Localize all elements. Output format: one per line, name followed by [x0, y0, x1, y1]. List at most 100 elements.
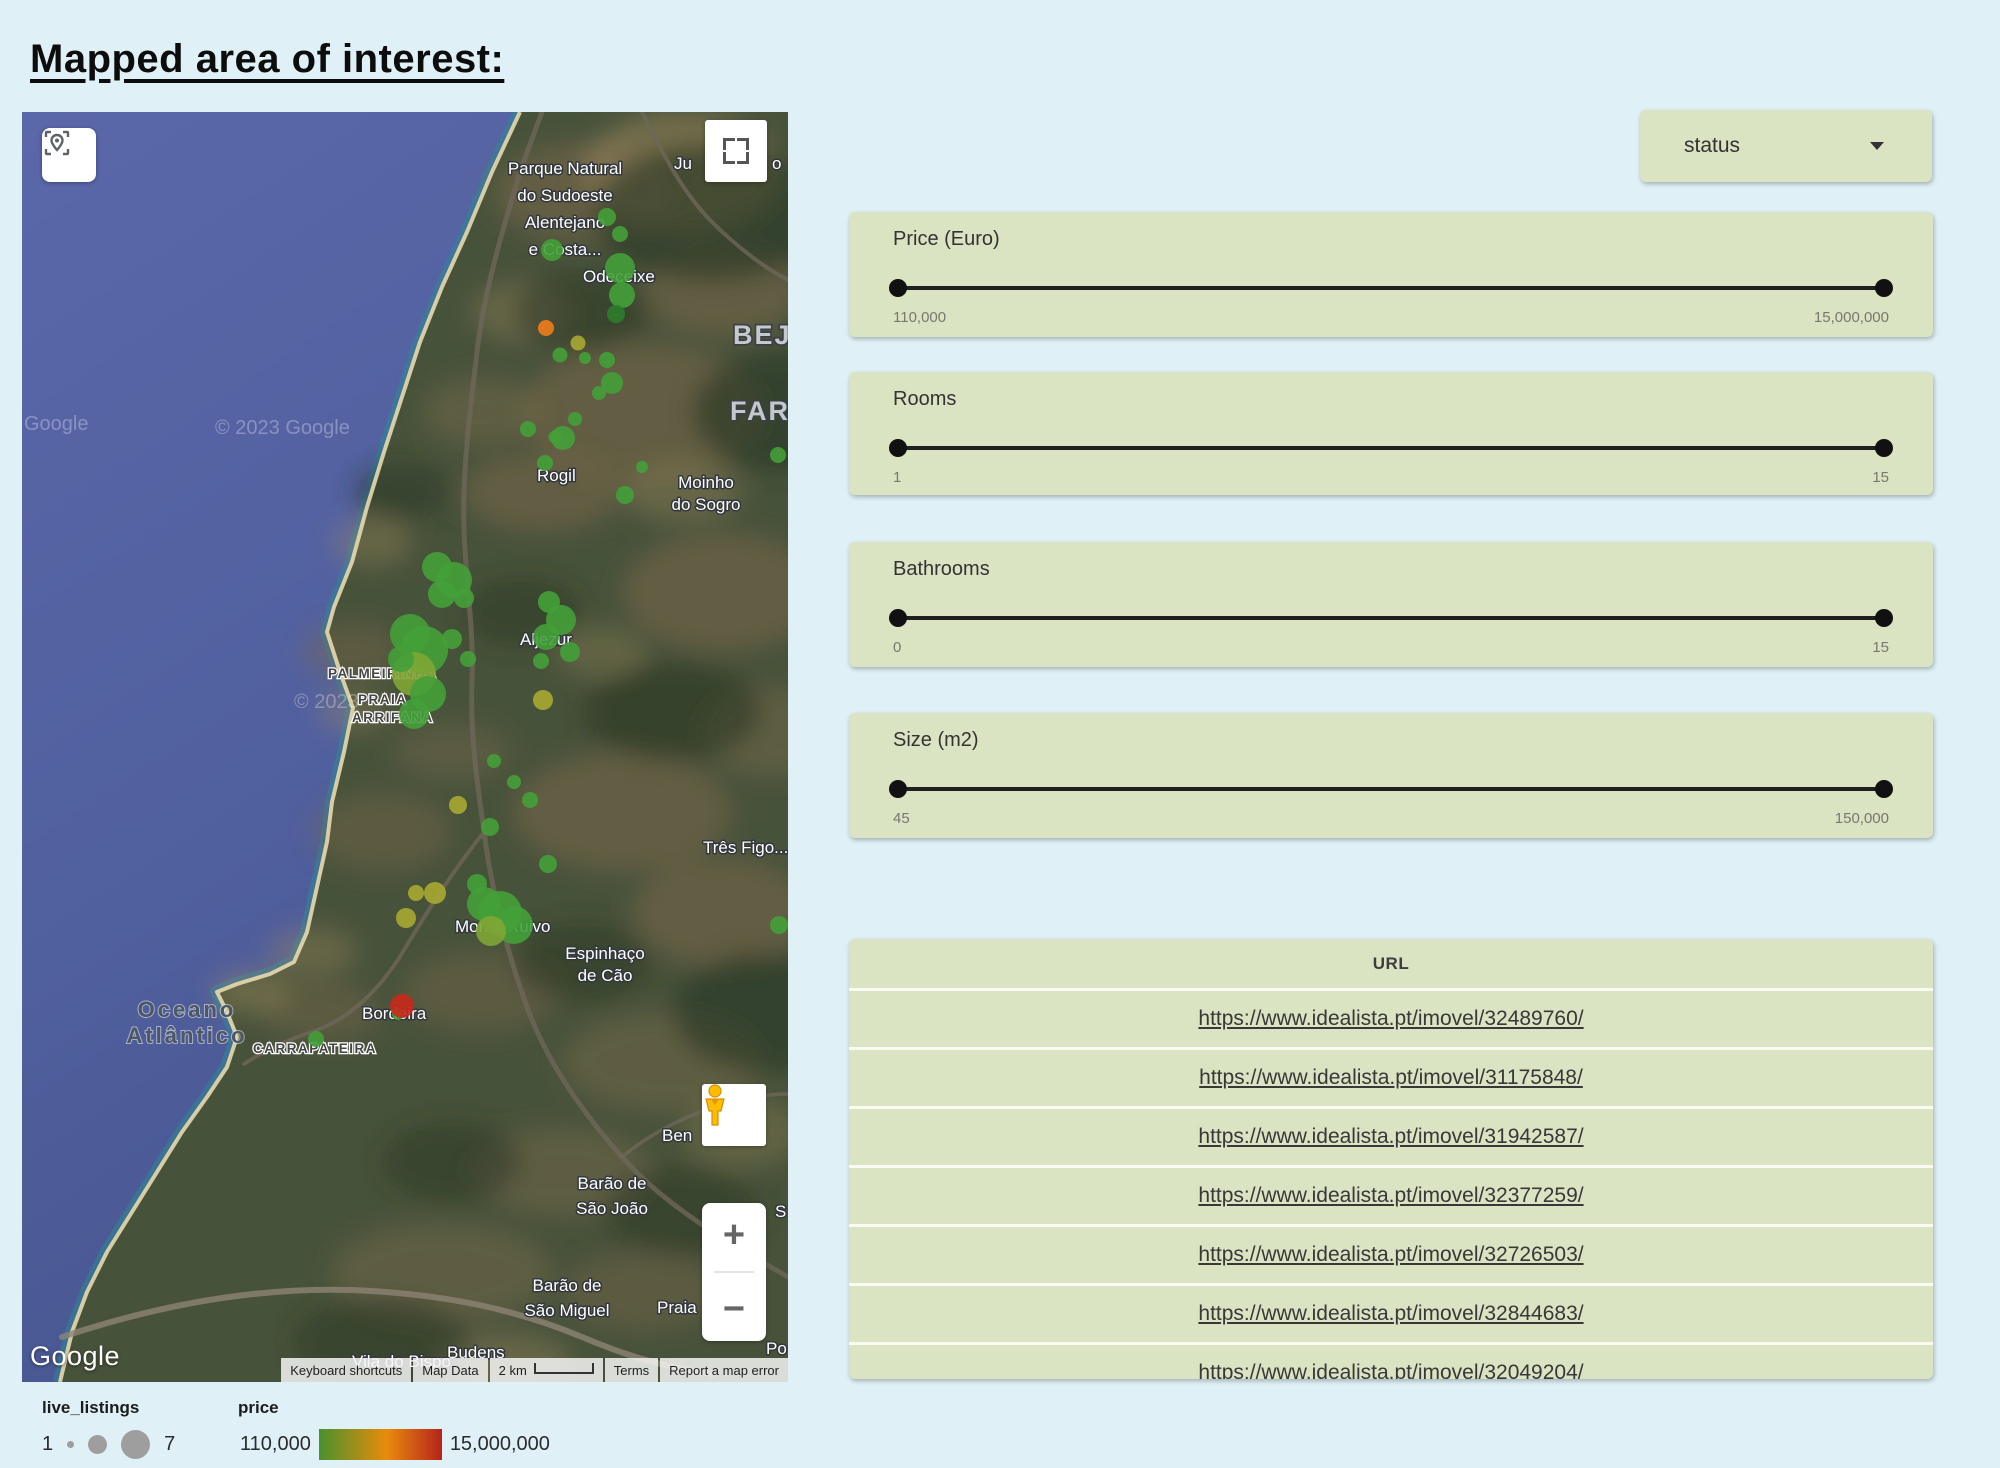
listing-dot[interactable] [396, 908, 416, 928]
listing-dot[interactable] [538, 320, 554, 336]
slider-track[interactable] [893, 439, 1889, 457]
fullscreen-button[interactable] [705, 120, 767, 182]
legend-size-max: 7 [164, 1433, 175, 1456]
listing-dot[interactable] [636, 461, 648, 473]
slider-card-size-m2: Size (m2)45150,000 [849, 713, 1933, 838]
listing-dot[interactable] [599, 352, 615, 368]
listing-dot[interactable] [770, 916, 788, 934]
listing-dot[interactable] [609, 282, 635, 308]
listing-dot[interactable] [460, 651, 476, 667]
slider-handle-max[interactable] [1875, 609, 1893, 627]
listing-link[interactable]: https://www.idealista.pt/imovel/32726503… [1198, 1243, 1583, 1267]
listing-dot[interactable] [476, 916, 506, 946]
zoom-out-button[interactable]: − [702, 1277, 766, 1341]
terrain-blob [382, 1122, 522, 1202]
attribution-terms[interactable]: Terms [605, 1358, 658, 1382]
listing-dot[interactable] [592, 386, 606, 400]
listing-dot[interactable] [454, 588, 474, 608]
slider-max-value: 15,000,000 [1814, 309, 1889, 326]
listing-dot[interactable] [541, 239, 563, 261]
listing-dot[interactable] [388, 646, 414, 672]
table-row: https://www.idealista.pt/imovel/32049204… [849, 1342, 1933, 1379]
listing-dot[interactable] [616, 486, 634, 504]
listing-dot[interactable] [571, 336, 586, 351]
listing-link[interactable]: https://www.idealista.pt/imovel/32049204… [1198, 1361, 1583, 1379]
listing-dot[interactable] [533, 624, 559, 650]
listing-dot[interactable] [539, 855, 557, 873]
slider-track[interactable] [893, 609, 1889, 627]
map-label: Praia [657, 1298, 697, 1317]
listing-dot[interactable] [598, 208, 616, 226]
attribution-2-km[interactable]: 2 km [490, 1358, 603, 1382]
listing-dot[interactable] [605, 253, 635, 283]
zoom-in-button[interactable]: + [702, 1203, 766, 1267]
attribution-keyboard-shortcuts[interactable]: Keyboard shortcuts [281, 1358, 411, 1382]
attribution-label: Terms [614, 1363, 649, 1378]
map-label: S [775, 1202, 786, 1221]
slider-rail [893, 787, 1889, 791]
listing-dot[interactable] [424, 882, 446, 904]
listing-dot[interactable] [579, 352, 591, 364]
listing-dot[interactable] [390, 994, 414, 1018]
slider-handle-min[interactable] [889, 439, 907, 457]
listing-link[interactable]: https://www.idealista.pt/imovel/32489760… [1198, 1007, 1583, 1031]
pegman-button[interactable] [702, 1084, 766, 1146]
listing-dot[interactable] [428, 580, 456, 608]
listing-dot[interactable] [449, 796, 467, 814]
map-canvas[interactable]: Parque Naturaldo SudoesteAlentejanoe Cos… [22, 112, 788, 1382]
listing-dot[interactable] [467, 874, 487, 894]
slider-label: Price (Euro) [893, 228, 1889, 251]
slider-handle-min[interactable] [889, 780, 907, 798]
listing-dot[interactable] [308, 1031, 324, 1047]
listing-link[interactable]: https://www.idealista.pt/imovel/32377259… [1198, 1184, 1583, 1208]
listing-dot[interactable] [568, 412, 582, 426]
listing-link[interactable]: https://www.idealista.pt/imovel/32844683… [1198, 1302, 1583, 1326]
listing-dot[interactable] [553, 348, 568, 363]
listing-link[interactable]: https://www.idealista.pt/imovel/31175848… [1199, 1066, 1583, 1090]
slider-track[interactable] [893, 780, 1889, 798]
scale-bar [534, 1363, 594, 1374]
slider-handle-min[interactable] [889, 279, 907, 297]
slider-label: Bathrooms [893, 558, 1889, 581]
legend-color-min: 110,000 [240, 1433, 311, 1456]
listing-dot[interactable] [442, 629, 462, 649]
listing-dot[interactable] [770, 447, 786, 463]
listing-dot[interactable] [607, 305, 625, 323]
listing-dot[interactable] [487, 754, 501, 768]
map-label: Po [766, 1339, 787, 1358]
slider-track[interactable] [893, 279, 1889, 297]
slider-label: Rooms [893, 388, 1889, 411]
slider-min-value: 0 [893, 639, 901, 656]
status-dropdown[interactable]: status [1640, 110, 1932, 182]
slider-handle-max[interactable] [1875, 439, 1893, 457]
listing-dot[interactable] [481, 818, 499, 836]
terrain-blob [392, 722, 512, 782]
listing-dot[interactable] [522, 792, 538, 808]
listing-dot[interactable] [408, 885, 424, 901]
listing-dot[interactable] [537, 455, 553, 471]
map-label: do Sudoeste [517, 186, 612, 205]
listing-dot[interactable] [612, 226, 628, 242]
slider-handle-max[interactable] [1875, 780, 1893, 798]
map-legend: live_listings price 1 7 110,000 15,000,0… [0, 1396, 700, 1468]
locate-button[interactable] [42, 128, 96, 182]
slider-handle-min[interactable] [889, 609, 907, 627]
listing-link[interactable]: https://www.idealista.pt/imovel/31942587… [1198, 1125, 1583, 1149]
map-label: BEJA [733, 320, 788, 350]
attribution-map-data[interactable]: Map Data [413, 1358, 487, 1382]
listing-dot[interactable] [533, 690, 553, 710]
listing-dot[interactable] [560, 642, 580, 662]
legend-color-gradient [319, 1429, 442, 1460]
listing-dot[interactable] [520, 421, 536, 437]
legend-dot-medium [88, 1435, 107, 1454]
map-label: e Costa... [529, 240, 602, 259]
listing-dot[interactable] [533, 653, 549, 669]
map-label: São João [576, 1199, 648, 1218]
attribution-report-a-map-error[interactable]: Report a map error [660, 1358, 788, 1382]
map-label: Ju [674, 154, 692, 173]
listing-dot[interactable] [549, 431, 562, 444]
map-label: © 2023 [294, 691, 359, 713]
listing-dot[interactable] [399, 699, 429, 729]
slider-handle-max[interactable] [1875, 279, 1893, 297]
listing-dot[interactable] [507, 775, 521, 789]
